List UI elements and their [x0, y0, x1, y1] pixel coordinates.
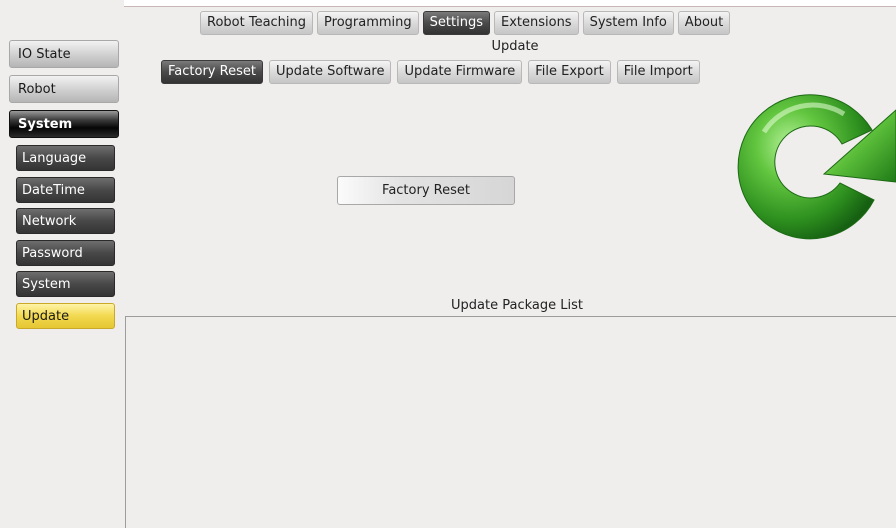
subtab-file-import[interactable]: File Import — [616, 60, 700, 84]
tab-extensions[interactable]: Extensions — [493, 11, 579, 35]
update-subtabs: Factory Reset Update Software Update Fir… — [161, 60, 700, 84]
refresh-icon-graphic — [737, 94, 896, 240]
tab-about[interactable]: About — [677, 11, 731, 35]
subtab-factory-reset[interactable]: Factory Reset — [161, 60, 263, 84]
subtab-file-export[interactable]: File Export — [528, 60, 611, 84]
sidebar-subitem-password[interactable]: Password — [16, 240, 115, 266]
refresh-icon — [724, 82, 896, 252]
update-package-list[interactable] — [125, 316, 896, 528]
sidebar-item-robot[interactable]: Robot — [9, 75, 119, 103]
window-top-border — [0, 0, 896, 8]
update-package-list-title: Update Package List — [451, 298, 583, 313]
settings-update-page: IO State Robot System Language DateTime … — [0, 0, 896, 528]
subtab-update-firmware[interactable]: Update Firmware — [397, 60, 523, 84]
sidebar-subitem-network[interactable]: Network — [16, 208, 115, 234]
sidebar-item-system[interactable]: System — [9, 110, 119, 138]
sidebar: IO State Robot System Language DateTime … — [0, 0, 124, 528]
subtab-update-software[interactable]: Update Software — [268, 60, 392, 84]
top-navigation: Robot Teaching Programming Settings Exte… — [200, 11, 731, 35]
sidebar-subitem-language[interactable]: Language — [16, 145, 115, 171]
tab-system-info[interactable]: System Info — [582, 11, 674, 35]
tab-programming[interactable]: Programming — [317, 11, 419, 35]
factory-reset-button[interactable]: Factory Reset — [337, 176, 515, 205]
tab-settings[interactable]: Settings — [422, 11, 490, 35]
tab-robot-teaching[interactable]: Robot Teaching — [200, 11, 314, 35]
sidebar-subitem-update[interactable]: Update — [16, 303, 115, 329]
sidebar-item-io-state[interactable]: IO State — [9, 40, 119, 68]
sidebar-subitem-system[interactable]: System — [16, 271, 115, 297]
section-title: Update — [491, 39, 539, 54]
sidebar-subitem-datetime[interactable]: DateTime — [16, 177, 115, 203]
